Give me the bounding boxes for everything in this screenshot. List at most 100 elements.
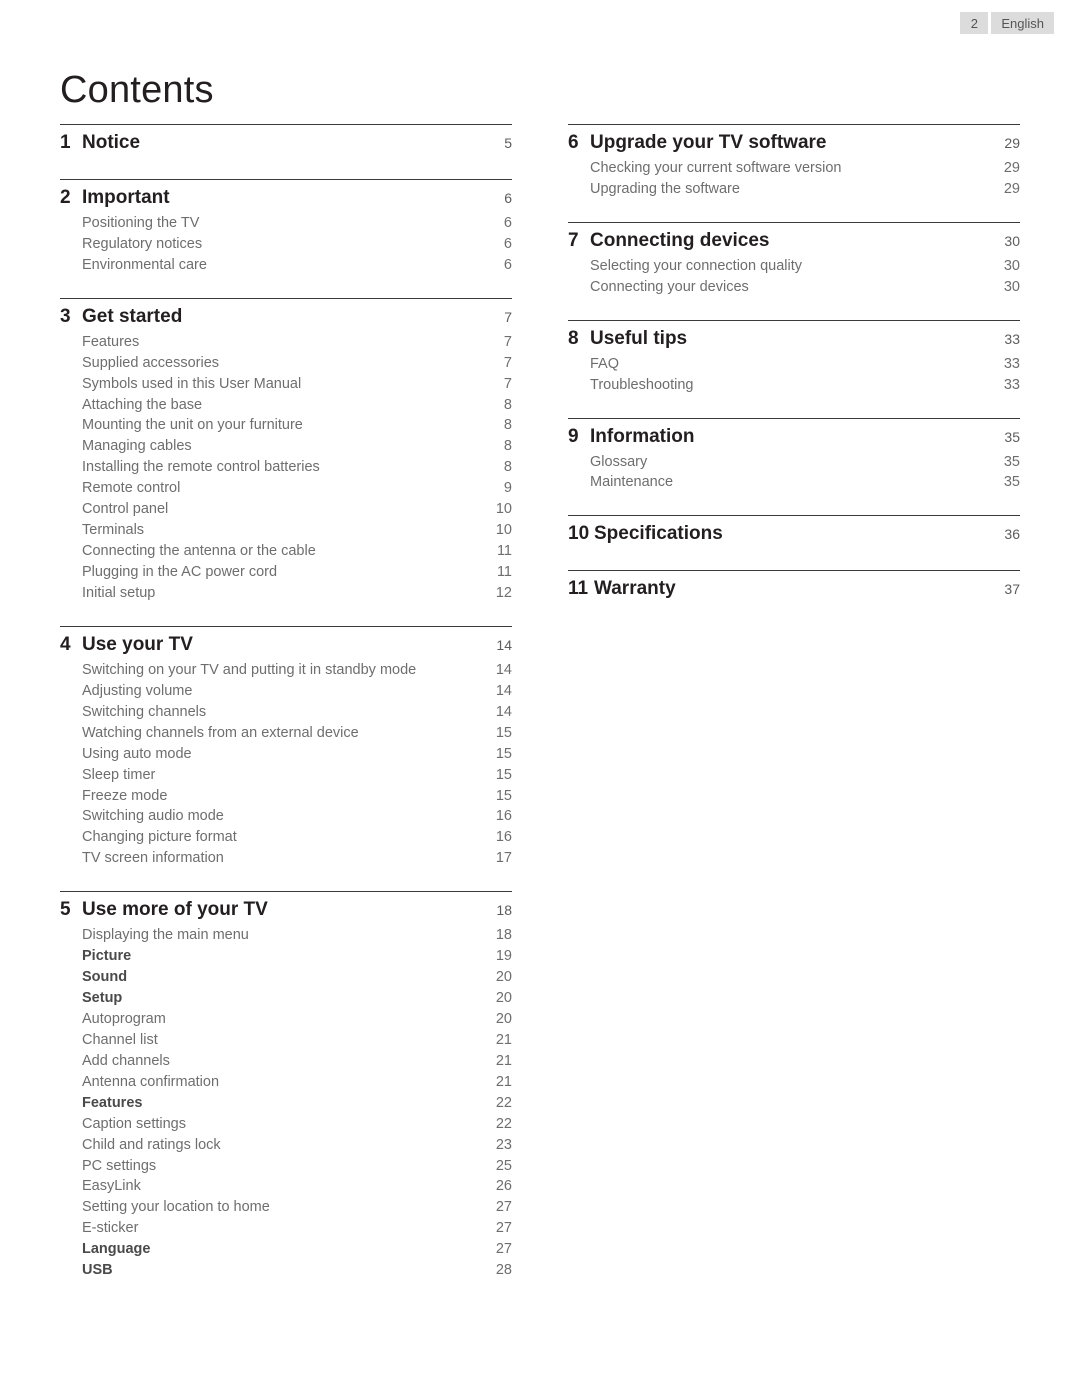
toc-subitem[interactable]: USB 28 xyxy=(60,1260,512,1281)
toc-subitem-title: Maintenance xyxy=(590,474,674,491)
toc-chapter[interactable]: 9 Information 35 Glossary 35 Maintenance 35 xyxy=(568,417,1020,494)
toc-subitem[interactable]: Attaching the base 8 xyxy=(60,395,512,416)
toc-chapter[interactable]: 3 Get started 7 Features 7 Supplied accessori… xyxy=(60,297,512,604)
toc-subitem[interactable]: Switching on your TV and putting it in s… xyxy=(60,660,512,681)
toc-chapter-number: 6 xyxy=(568,132,579,153)
toc-subitem[interactable]: Positioning the TV 6 xyxy=(60,213,512,234)
toc-subitem-page-number: 6 xyxy=(503,214,512,231)
toc-chapter-number: 1 xyxy=(60,132,71,153)
toc-subitem[interactable]: Control panel 10 xyxy=(60,499,512,520)
toc-chapter-page-number: 5 xyxy=(504,135,512,151)
toc-subitem[interactable]: PC settings 25 xyxy=(60,1156,512,1177)
toc-subitem-title: Glossary xyxy=(590,453,648,470)
toc-chapter[interactable]: 6 Upgrade your TV software 29 Checking your… xyxy=(568,124,1020,200)
toc-chapter-head[interactable]: 1 Notice 5 xyxy=(60,130,512,157)
toc-subitem[interactable]: Regulatory notices 6 xyxy=(60,234,512,255)
toc-subitem[interactable]: Symbols used in this User Manual 7 xyxy=(60,374,512,395)
toc-chapter-head[interactable]: 7 Connecting devices 30 xyxy=(568,228,1020,255)
toc-subitem[interactable]: Upgrading the software 29 xyxy=(568,179,1020,200)
toc-chapter[interactable]: 11 Warranty 37 xyxy=(568,570,1020,603)
toc-chapter[interactable]: 2 Important 6 Positioning the TV 6 Regulatory… xyxy=(60,178,512,276)
toc-subitem[interactable]: Antenna confirmation 21 xyxy=(60,1072,512,1093)
toc-chapter[interactable]: 10 Specifications 36 xyxy=(568,515,1020,548)
toc-subitem[interactable]: Remote control 9 xyxy=(60,478,512,499)
toc-chapter[interactable]: 8 Useful tips 33 FAQ 33 Troubleshooting 33 xyxy=(568,319,1020,396)
toc-chapter-head[interactable]: 6 Upgrade your TV software 29 xyxy=(568,130,1020,157)
toc-subitem-title: Freeze mode xyxy=(82,787,168,804)
toc-chapter[interactable]: 7 Connecting devices 30 Selecting your conn… xyxy=(568,221,1020,298)
toc-subitem[interactable]: Installing the remote control batteries 8 xyxy=(60,457,512,478)
toc-subitem[interactable]: Setup 20 xyxy=(60,988,512,1009)
toc-subitem[interactable]: Selecting your connection quality 30 xyxy=(568,256,1020,277)
toc-chapter-number: 3 xyxy=(60,305,71,327)
toc-subitem[interactable]: Adjusting volume 14 xyxy=(60,681,512,702)
toc-subitem[interactable]: Child and ratings lock 23 xyxy=(60,1135,512,1156)
toc-chapter[interactable]: 1 Notice 5 xyxy=(60,124,512,157)
toc-subitem[interactable]: Supplied accessories 7 xyxy=(60,353,512,374)
toc-chapter-head[interactable]: 10 Specifications 36 xyxy=(568,521,1020,548)
toc-chapter-head[interactable]: 4 Use your TV 14 xyxy=(60,632,512,659)
toc-subitem[interactable]: FAQ 33 xyxy=(568,354,1020,375)
toc-subitem-page-number: 10 xyxy=(495,522,512,539)
toc-subitem[interactable]: Autoprogram 20 xyxy=(60,1009,512,1030)
toc-subitem[interactable]: Connecting your devices 30 xyxy=(568,277,1020,298)
toc-subitem-title: Connecting the antenna or the cable xyxy=(82,543,316,560)
toc-subitem[interactable]: Plugging in the AC power cord 11 xyxy=(60,562,512,583)
toc-subitem[interactable]: Troubleshooting 33 xyxy=(568,375,1020,396)
toc-subitem[interactable]: TV screen information 17 xyxy=(60,848,512,869)
toc-subitem-title: Mounting the unit on your furniture xyxy=(82,417,303,434)
toc-subitem[interactable]: Checking your current software version 29 xyxy=(568,158,1020,179)
toc-subitem-page-number: 11 xyxy=(496,543,512,560)
toc-subitem[interactable]: E-sticker 27 xyxy=(60,1218,512,1239)
toc-subitem[interactable]: Managing cables 8 xyxy=(60,436,512,457)
toc-column-left: 1 Notice 5 2 Important 6 Positioning the TV 6 Re… xyxy=(60,124,512,1281)
toc-subitem[interactable]: Caption settings 22 xyxy=(60,1114,512,1135)
toc-subitem[interactable]: Connecting the antenna or the cable 11 xyxy=(60,541,512,562)
toc-chapter-head[interactable]: 9 Information 35 xyxy=(568,424,1020,451)
toc-subitem[interactable]: Displaying the main menu 18 xyxy=(60,925,512,946)
toc-subitem[interactable]: Initial setup 12 xyxy=(60,583,512,604)
toc-subitem[interactable]: Channel list 21 xyxy=(60,1030,512,1051)
toc-subitem[interactable]: Language 27 xyxy=(60,1239,512,1260)
toc-subitem[interactable]: Sleep timer 15 xyxy=(60,765,512,786)
toc-subitem-page-number: 15 xyxy=(495,745,512,762)
toc-subitem[interactable]: Maintenance 35 xyxy=(568,472,1020,493)
toc-chapter-head[interactable]: 11 Warranty 37 xyxy=(568,576,1020,603)
toc-subitem[interactable]: Switching audio mode 16 xyxy=(60,806,512,827)
toc-subitem[interactable]: Sound 20 xyxy=(60,967,512,988)
toc-subitem-title: PC settings xyxy=(82,1157,157,1174)
toc-subitem-page-number: 21 xyxy=(495,1073,512,1090)
toc-subitem[interactable]: Features 7 xyxy=(60,332,512,353)
toc-subitem[interactable]: Changing picture format 16 xyxy=(60,827,512,848)
toc-subitem-title: Sleep timer xyxy=(82,766,156,783)
toc-subitem[interactable]: EasyLink 26 xyxy=(60,1176,512,1197)
toc-subitem[interactable]: Add channels 21 xyxy=(60,1051,512,1072)
toc-subitem[interactable]: Watching channels from an external devic… xyxy=(60,723,512,744)
toc-subitem-title: Using auto mode xyxy=(82,745,192,762)
toc-subitem[interactable]: Environmental care 6 xyxy=(60,255,512,276)
toc-chapter-head[interactable]: 8 Useful tips 33 xyxy=(568,326,1020,353)
toc-subitem-page-number: 23 xyxy=(495,1136,512,1153)
toc-subitem-page-number: 8 xyxy=(503,396,512,413)
toc-chapter-head[interactable]: 3 Get started 7 xyxy=(60,304,512,331)
toc-subitem-page-number: 20 xyxy=(495,1010,512,1027)
toc-chapter[interactable]: 5 Use more of your TV 18 Displaying the mai… xyxy=(60,891,512,1281)
toc-subitem[interactable]: Setting your location to home 27 xyxy=(60,1197,512,1218)
toc-subitem-title: Channel list xyxy=(82,1031,158,1048)
toc-subitem[interactable]: Mounting the unit on your furniture 8 xyxy=(60,415,512,436)
toc-subitem[interactable]: Using auto mode 15 xyxy=(60,744,512,765)
toc-subitem[interactable]: Freeze mode 15 xyxy=(60,786,512,807)
toc-chapter-page-number: 29 xyxy=(1004,135,1020,151)
toc-subitem[interactable]: Features 22 xyxy=(60,1093,512,1114)
toc-subitem[interactable]: Terminals 10 xyxy=(60,520,512,541)
toc-subitem-page-number: 15 xyxy=(495,787,512,804)
toc-chapter-title: Information xyxy=(590,425,695,447)
toc-chapter-head[interactable]: 5 Use more of your TV 18 xyxy=(60,897,512,924)
toc-chapter-head[interactable]: 2 Important 6 xyxy=(60,185,512,212)
toc-subitem[interactable]: Glossary 35 xyxy=(568,452,1020,473)
toc-chapter-title: Connecting devices xyxy=(590,229,770,251)
toc-subitem[interactable]: Switching channels 14 xyxy=(60,702,512,723)
toc-chapter[interactable]: 4 Use your TV 14 Switching on your TV and p… xyxy=(60,625,512,869)
toc-subitem-list: Positioning the TV 6 Regulatory notices 6 En… xyxy=(60,213,512,276)
toc-subitem[interactable]: Picture 19 xyxy=(60,946,512,967)
